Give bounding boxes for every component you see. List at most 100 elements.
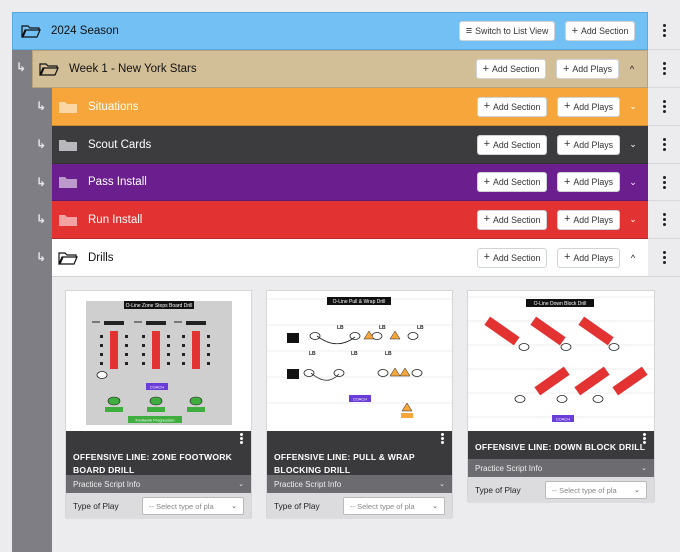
plus-icon: + — [483, 175, 490, 188]
chevron-down-icon: ⌄ — [432, 503, 438, 510]
folder-open-icon — [21, 25, 41, 38]
drill-diagram: O-Line Pull & Wrap Drill LB LB LB LB LB LB COAC… — [267, 291, 452, 429]
svg-text:COACH: COACH — [150, 385, 165, 390]
svg-text:Footwork Progression: Footwork Progression — [136, 418, 175, 423]
plus-icon: + — [563, 138, 571, 150]
section-rail — [32, 88, 52, 552]
type-of-play-row: Type of Play -- Select type of pla ⌄ — [468, 477, 654, 503]
folder-icon — [58, 251, 78, 265]
sub-arrow-icon: ↳ — [36, 250, 47, 264]
add-section-button[interactable]: + Add Section — [477, 247, 547, 268]
section-title: Pass Install — [88, 176, 147, 188]
svg-text:LB: LB — [337, 325, 344, 331]
plus-icon: + — [482, 62, 489, 75]
drill-thumbnail[interactable]: O-Line Pull & Wrap Drill LB LB LB LB LB LB COAC… — [267, 291, 452, 429]
drill-card-title[interactable]: OFFENSIVE LINE: DOWN BLOCK DRILL — [468, 431, 654, 459]
section-title: Situations — [88, 100, 139, 113]
drill-thumbnail[interactable]: O-Line Zone Steps Board Drill COACH Footwo… — [66, 291, 251, 429]
plus-icon: + — [563, 213, 571, 225]
chevron-icon[interactable]: ⌄ — [626, 177, 640, 188]
drill-card-title[interactable]: OFFENSIVE LINE: ZONE FOOTWORK BOARD DRIL… — [66, 431, 251, 475]
section-kebab-menu-icon[interactable] — [648, 164, 680, 201]
section-row-0[interactable]: Situations + Add Section + Add Plays ⌄ — [52, 88, 648, 126]
svg-text:COACH: COACH — [353, 397, 368, 402]
season-row[interactable]: 2024 Season ≡ Switch to List View + Add Se… — [12, 12, 648, 50]
type-of-play-row: Type of Play -- Select type of pla ⌄ — [267, 493, 452, 519]
add-section-button[interactable]: + Add Section — [477, 209, 547, 230]
section-title: Drills — [88, 251, 114, 264]
drill-card[interactable]: O-Line Down Block Drill COACH OFFENSIVE L… — [467, 290, 655, 503]
practice-planner: 2024 Season ≡ Switch to List View + Add Se… — [0, 0, 680, 552]
folder-icon — [59, 214, 77, 226]
section-row-2[interactable]: Pass Install + Add Section + Add Plays ⌄ — [52, 164, 648, 201]
drill-card-title[interactable]: OFFENSIVE LINE: PULL & WRAP BLOCKING DRI… — [267, 431, 452, 475]
switch-to-list-view-button[interactable]: ≡ Switch to List View — [459, 21, 555, 41]
section-title: Scout Cards — [88, 138, 152, 151]
type-of-play-select[interactable]: -- Select type of pla ⌄ — [142, 497, 244, 515]
svg-text:LB: LB — [309, 351, 316, 357]
practice-script-info-toggle[interactable]: Practice Script Info ⌄ — [267, 475, 452, 493]
add-plays-button[interactable]: + Add Plays — [557, 134, 620, 155]
chevron-icon[interactable]: ⌄ — [626, 139, 640, 150]
season-title: 2024 Season — [51, 25, 119, 37]
week-row[interactable]: Week 1 - New York Stars + Add Section + Ad… — [32, 50, 648, 88]
add-section-button[interactable]: + Add Section — [477, 96, 547, 117]
section-row-3[interactable]: Run Install + Add Section + Add Plays ⌄ — [52, 201, 648, 239]
week-rail — [12, 50, 32, 552]
practice-script-info-toggle[interactable]: Practice Script Info ⌄ — [468, 459, 654, 477]
add-plays-button[interactable]: + Add Plays — [557, 96, 620, 117]
chevron-down-icon: ⌄ — [634, 487, 640, 494]
section-kebab-menu-icon[interactable] — [648, 201, 680, 239]
folder-open-icon — [39, 63, 59, 76]
type-of-play-label: Type of Play — [73, 501, 119, 511]
section-kebab-menu-icon[interactable] — [648, 239, 680, 277]
chevron-up-icon[interactable]: ^ — [625, 64, 639, 74]
practice-script-info-toggle[interactable]: Practice Script Info ⌄ — [66, 475, 251, 493]
section-kebab-menu-icon[interactable] — [648, 88, 680, 126]
week-kebab-menu-icon[interactable] — [648, 50, 680, 88]
add-plays-button[interactable]: + Add Plays — [557, 209, 620, 230]
chevron-icon[interactable]: ^ — [626, 253, 640, 263]
svg-text:O-Line Pull & Wrap Drill: O-Line Pull & Wrap Drill — [333, 299, 386, 305]
add-section-button[interactable]: + Add Section — [477, 134, 547, 155]
card-kebab-menu-icon[interactable] — [643, 437, 646, 440]
add-section-button[interactable]: + Add Section — [565, 21, 635, 41]
week-title: Week 1 - New York Stars — [69, 63, 197, 75]
drill-diagram: O-Line Down Block Drill COACH — [468, 291, 654, 429]
section-row-4[interactable]: Drills + Add Section + Add Plays ^ — [52, 239, 648, 277]
sub-arrow-icon: ↳ — [36, 137, 47, 151]
card-kebab-menu-icon[interactable] — [441, 437, 444, 440]
chevron-icon[interactable]: ⌄ — [626, 101, 640, 112]
type-of-play-label: Type of Play — [274, 501, 320, 511]
folder-icon — [59, 139, 77, 151]
sub-arrow-icon: ↳ — [16, 60, 27, 74]
add-plays-button[interactable]: + Add Plays — [557, 172, 620, 192]
drill-diagram: O-Line Zone Steps Board Drill COACH Footwo… — [66, 291, 251, 429]
season-kebab-menu-icon[interactable] — [648, 12, 680, 50]
drill-card[interactable]: O-Line Zone Steps Board Drill COACH Footwo… — [65, 290, 252, 519]
sub-arrow-icon: ↳ — [36, 99, 47, 113]
folder-icon — [59, 101, 77, 113]
chevron-down-icon: ⌄ — [439, 481, 445, 488]
add-section-button[interactable]: + Add Section — [477, 172, 547, 192]
add-plays-button[interactable]: + Add Plays — [556, 59, 619, 79]
plus-icon: + — [563, 251, 571, 263]
section-row-1[interactable]: Scout Cards + Add Section + Add Plays ⌄ — [52, 126, 648, 164]
card-kebab-menu-icon[interactable] — [240, 437, 243, 440]
drill-thumbnail[interactable]: O-Line Down Block Drill COACH — [468, 291, 654, 429]
section-title: Run Install — [88, 213, 143, 226]
add-plays-button[interactable]: + Add Plays — [557, 247, 620, 268]
chevron-icon[interactable]: ⌄ — [626, 214, 640, 225]
type-of-play-select[interactable]: -- Select type of pla ⌄ — [545, 481, 647, 499]
sub-arrow-icon: ↳ — [36, 212, 47, 226]
section-kebab-menu-icon[interactable] — [648, 126, 680, 164]
type-of-play-row: Type of Play -- Select type of pla ⌄ — [66, 493, 251, 519]
chevron-down-icon: ⌄ — [231, 503, 237, 510]
type-of-play-label: Type of Play — [475, 485, 521, 495]
drill-card[interactable]: O-Line Pull & Wrap Drill LB LB LB LB LB LB COAC… — [266, 290, 453, 519]
plus-icon: + — [563, 100, 571, 112]
svg-text:O-Line Zone Steps Board Drill: O-Line Zone Steps Board Drill — [126, 303, 193, 309]
list-icon: ≡ — [465, 24, 473, 37]
add-section-button[interactable]: + Add Section — [476, 59, 546, 79]
type-of-play-select[interactable]: -- Select type of pla ⌄ — [343, 497, 445, 515]
